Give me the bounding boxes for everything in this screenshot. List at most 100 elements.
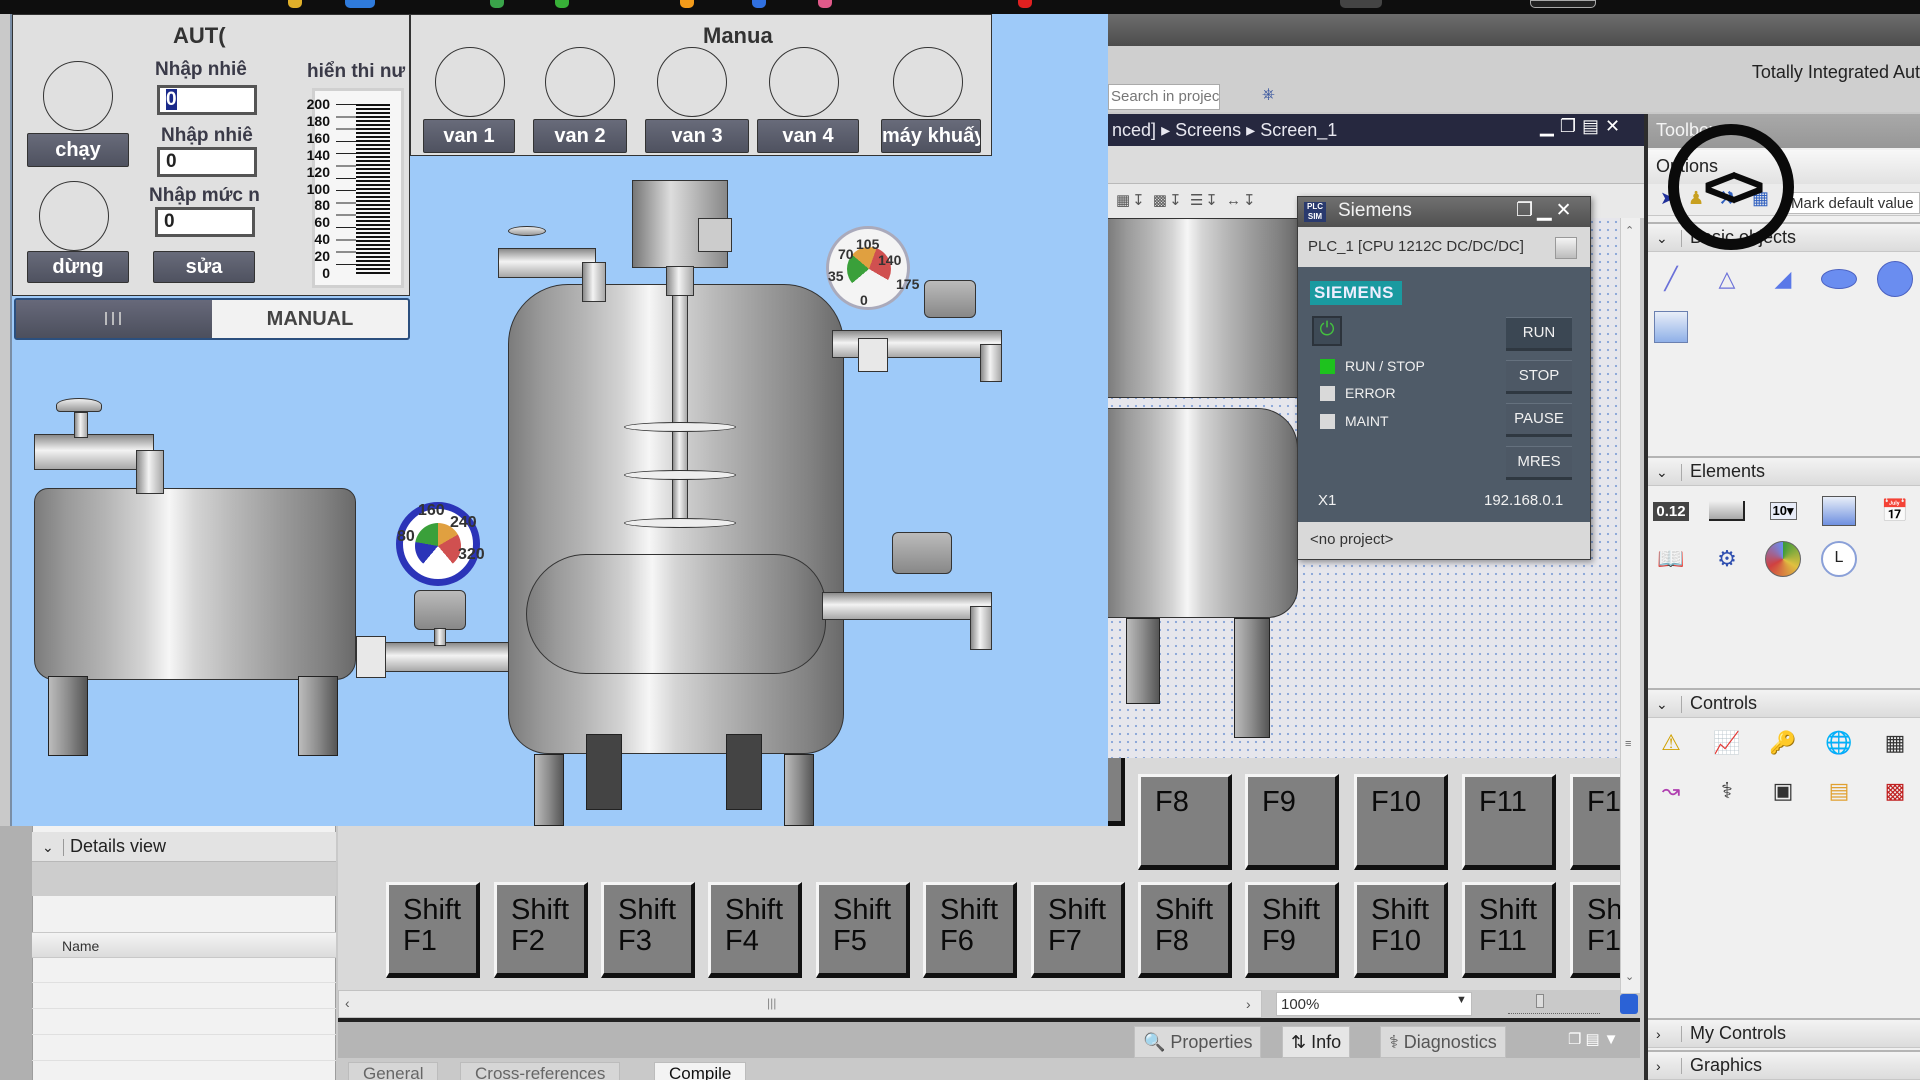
user-view-tool-icon[interactable]: 🔑 (1764, 724, 1802, 762)
shift-function-key-button[interactable]: Shift F6 (923, 882, 1017, 978)
project-view-icon[interactable] (1555, 237, 1577, 259)
ellipse-tool-icon[interactable] (1820, 260, 1858, 298)
alarm-view-tool-icon[interactable]: ⚠ (1652, 724, 1690, 762)
system-diagnostics-tool-icon[interactable]: ▤ (1820, 772, 1858, 810)
valve-1-button[interactable]: van 1 (423, 119, 515, 153)
valve-2-button[interactable]: van 2 (533, 119, 627, 153)
shift-function-key-button[interactable]: Shift F11 (1462, 882, 1556, 978)
app-icon[interactable] (1530, 0, 1596, 8)
breadcrumb-item[interactable]: nced] (1112, 120, 1156, 140)
valve-4-button[interactable]: van 4 (757, 119, 859, 153)
polygon-tool-icon[interactable]: ◢ (1764, 260, 1802, 298)
polyline-tool-icon[interactable]: △ (1708, 260, 1746, 298)
subtab-general[interactable]: General (348, 1062, 439, 1080)
maximize-icon[interactable]: ▤ (1582, 116, 1605, 136)
details-column-name[interactable]: Name (32, 932, 336, 958)
shift-function-key-button[interactable]: Shift F7 (1031, 882, 1125, 978)
scroll-grip-icon[interactable]: ≡ (1625, 738, 1631, 750)
shift-function-key-button[interactable]: Shift F10 (1354, 882, 1448, 978)
same-width-icon[interactable]: ↔↧ (1226, 192, 1258, 209)
mode-auto-option[interactable]: III (16, 300, 212, 338)
status-force-tool-icon[interactable]: ▩ (1876, 772, 1914, 810)
app-icon[interactable] (680, 0, 694, 8)
graphic-view-tool-icon[interactable] (1652, 308, 1690, 346)
shift-function-key-button[interactable]: Shift F4 (708, 882, 802, 978)
mode-manual-option[interactable]: MANUAL (212, 300, 408, 338)
align-center-icon[interactable]: ▩↧ (1153, 192, 1184, 209)
close-icon[interactable]: ✕ (1556, 200, 1576, 221)
maximize-icon[interactable]: ▤ (1585, 1031, 1603, 1048)
details-view-header[interactable]: ⌄ Details view (32, 832, 336, 862)
valve-3-button[interactable]: van 3 (645, 119, 749, 153)
power-icon[interactable]: ⏻ (1312, 316, 1342, 346)
shift-function-key-button[interactable]: Shift F5 (816, 882, 910, 978)
scroll-thumb[interactable]: ||| (767, 996, 776, 1010)
collapse-icon[interactable]: ▼ (1604, 1031, 1623, 1048)
minimize-icon[interactable]: ▁ (1540, 116, 1560, 136)
app-icon[interactable] (1340, 0, 1382, 8)
chevron-down-icon[interactable]: ▼ (1456, 994, 1470, 1014)
subtab-cross-references[interactable]: Cross-references (460, 1062, 621, 1080)
align-icon[interactable]: ▦↧ (1116, 192, 1147, 209)
agitator-button[interactable]: máy khuấy (881, 119, 981, 153)
auto-manual-switch[interactable]: III MANUAL (14, 298, 410, 340)
subtab-compile[interactable]: Compile (654, 1062, 747, 1080)
float-icon[interactable]: ❐ (1568, 1031, 1585, 1048)
app-icon[interactable] (345, 0, 375, 8)
shift-function-key-button[interactable]: Sh F1 (1570, 882, 1620, 978)
circle-tool-icon[interactable] (1876, 260, 1914, 298)
shift-function-key-button[interactable]: Shift F2 (494, 882, 588, 978)
plc-code-view-tool-icon[interactable]: ▣ (1764, 772, 1802, 810)
tab-properties[interactable]: 🔍 Properties (1134, 1026, 1262, 1058)
app-icon[interactable] (490, 0, 504, 8)
app-icon[interactable] (555, 0, 569, 8)
run-button[interactable]: RUN (1506, 317, 1572, 351)
io-field-tool-icon[interactable]: 0.12 (1652, 492, 1690, 530)
tab-info[interactable]: ⇅ Info (1282, 1026, 1351, 1058)
app-icon[interactable] (818, 0, 832, 8)
breadcrumb-item[interactable]: Screen_1 (1260, 120, 1337, 140)
function-key-button[interactable]: F1 (1570, 774, 1620, 870)
shift-function-key-button[interactable]: Shift F1 (386, 882, 480, 978)
editor-vertical-scrollbar[interactable]: ⌃ ≡ ⌄ (1620, 218, 1640, 993)
shift-function-key-button[interactable]: Shift F9 (1245, 882, 1339, 978)
trend-view-tool-icon[interactable]: 📈 (1708, 724, 1746, 762)
scroll-up-icon[interactable]: ⌃ (1625, 224, 1634, 237)
graphic-io-field-tool-icon[interactable] (1820, 492, 1858, 530)
start-button[interactable]: chạy (27, 133, 129, 167)
stop-button[interactable]: dừng (27, 251, 129, 283)
float-icon[interactable]: ❐ (1560, 116, 1582, 136)
expand-icon[interactable]: ❐ (1516, 200, 1537, 221)
app-icon[interactable] (1018, 0, 1032, 8)
recipe-view-tool-icon[interactable]: ▦ (1876, 724, 1914, 762)
function-key-button[interactable]: F9 (1245, 774, 1339, 870)
function-key-button[interactable]: F8 (1138, 774, 1232, 870)
section-controls[interactable]: ⌄ Controls (1648, 688, 1920, 718)
clock-tool-icon[interactable]: L (1820, 540, 1858, 578)
zoom-slider-knob[interactable] (1536, 994, 1544, 1008)
tab-diagnostics[interactable]: ⚕ Diagnostics (1380, 1026, 1506, 1058)
diagnostics-view-tool-icon[interactable]: ⚕ (1708, 772, 1746, 810)
mres-button[interactable]: MRES (1506, 446, 1572, 480)
distribute-icon[interactable]: ☰↧ (1190, 192, 1220, 209)
zoom-fit-icon[interactable] (1620, 994, 1638, 1014)
symbolic-io-field-tool-icon[interactable]: 10▾ (1764, 492, 1802, 530)
stop-button[interactable]: STOP (1506, 360, 1572, 394)
pause-button[interactable]: PAUSE (1506, 403, 1572, 437)
breadcrumb-item[interactable]: Screens (1175, 120, 1241, 140)
function-key-button[interactable]: F11 (1462, 774, 1556, 870)
editor-horizontal-scrollbar[interactable]: ‹ ||| (338, 990, 1262, 1018)
minimize-icon[interactable]: ▁ (1537, 200, 1556, 221)
line-tool-icon[interactable]: ╱ (1652, 260, 1690, 298)
f-x-trend-view-tool-icon[interactable]: ↝ (1652, 772, 1690, 810)
button-tool-icon[interactable] (1708, 492, 1746, 530)
temperature-input-2[interactable]: 0 (157, 147, 257, 177)
section-elements[interactable]: ⌄ Elements (1648, 456, 1920, 486)
temperature-input-1[interactable]: 0 (157, 85, 257, 115)
mark-default-value-field[interactable]: Mark default value (1786, 192, 1920, 214)
close-icon[interactable]: ✕ (1605, 116, 1626, 136)
zoom-slider[interactable] (1508, 994, 1600, 1014)
binoculars-search-icon[interactable]: ⎈ (1262, 86, 1284, 108)
shift-function-key-button[interactable]: Shift F3 (601, 882, 695, 978)
search-in-project-input[interactable]: Search in project> (1108, 84, 1220, 110)
